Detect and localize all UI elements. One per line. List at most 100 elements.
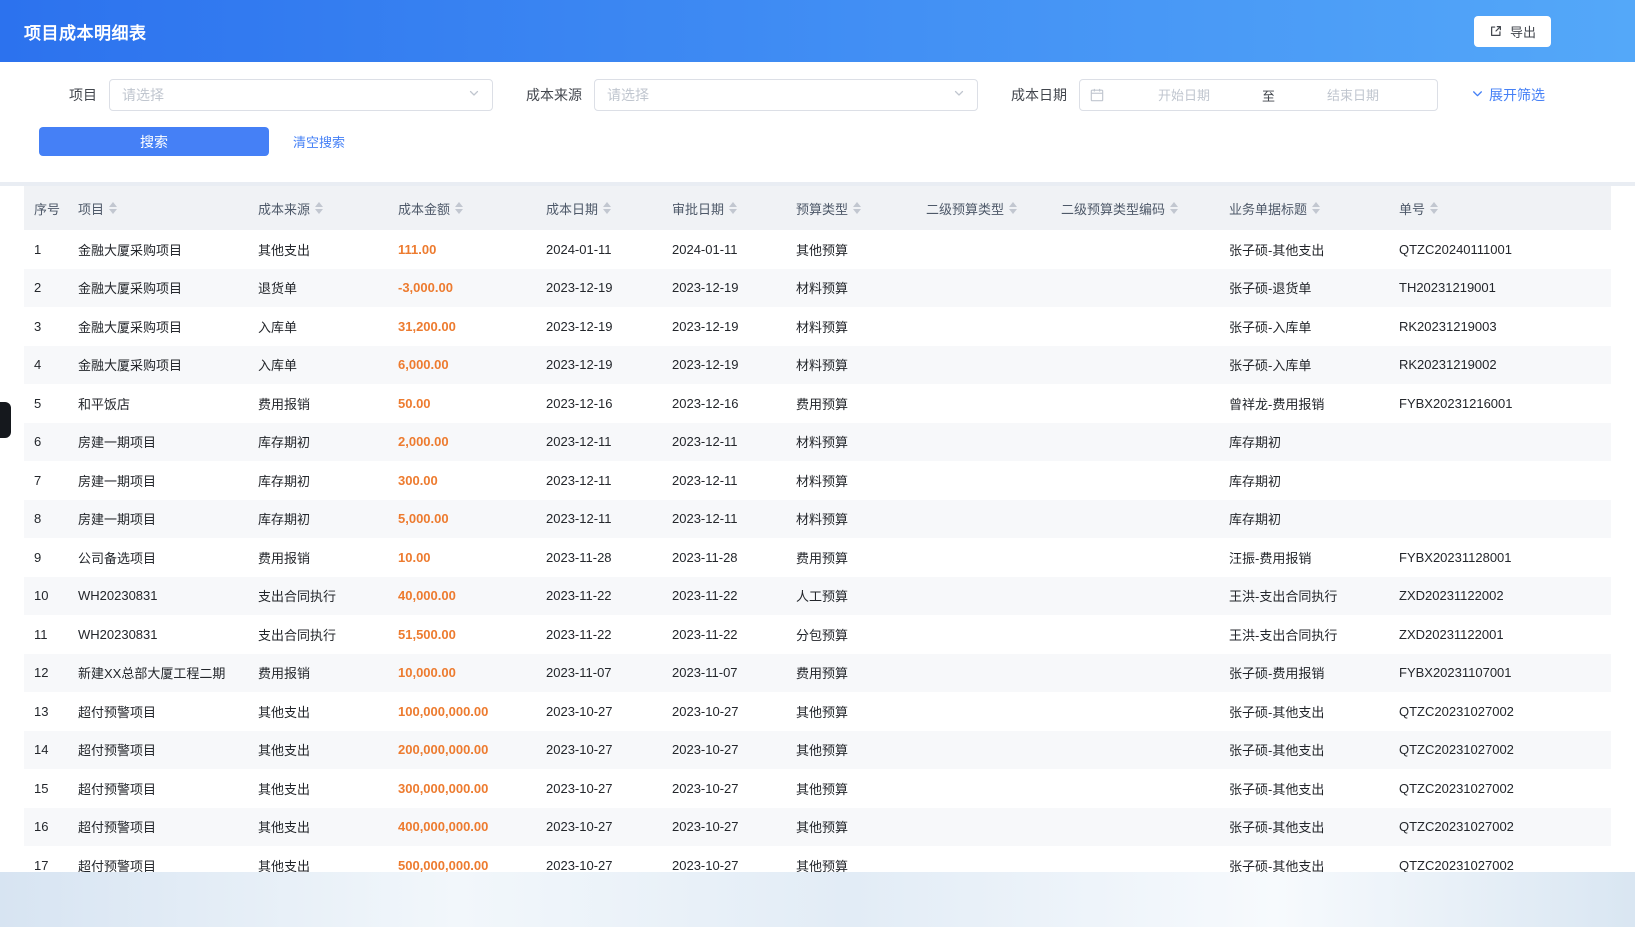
expand-filters-link[interactable]: 展开筛选 — [1471, 85, 1545, 105]
cell-index: 16 — [24, 808, 68, 847]
cell-cost-source: 其他支出 — [248, 769, 388, 808]
sorter-icon[interactable] — [1170, 202, 1178, 214]
cell-sub-budget-code — [1051, 500, 1219, 539]
expand-filters-label: 展开筛选 — [1489, 85, 1545, 105]
chevron-down-icon — [953, 86, 965, 104]
page-header: 项目成本明细表 导出 — [0, 0, 1635, 62]
cell-cost-amount: -3,000.00 — [388, 269, 536, 308]
cell-budget-type: 分包预算 — [786, 615, 916, 654]
cell-cost-amount: 10,000.00 — [388, 654, 536, 693]
cell-doc-no — [1389, 500, 1611, 539]
cell-approval-date: 2023-10-27 — [662, 692, 786, 731]
search-button[interactable]: 搜索 — [39, 127, 269, 156]
cell-cost-source: 库存期初 — [248, 461, 388, 500]
cell-approval-date: 2023-12-16 — [662, 384, 786, 423]
cell-cost-date: 2023-12-16 — [536, 384, 662, 423]
table-row[interactable]: 15 超付预警项目 其他支出 300,000,000.00 2023-10-27… — [24, 769, 1611, 808]
table-row[interactable]: 16 超付预警项目 其他支出 400,000,000.00 2023-10-27… — [24, 808, 1611, 847]
caret-down-icon — [1009, 209, 1017, 214]
sorter-icon[interactable] — [109, 202, 117, 214]
cell-approval-date: 2023-11-22 — [662, 615, 786, 654]
cell-approval-date: 2023-10-27 — [662, 731, 786, 770]
cell-sub-budget-code — [1051, 230, 1219, 269]
caret-down-icon — [603, 209, 611, 214]
cell-index: 2 — [24, 269, 68, 308]
cell-index: 12 — [24, 654, 68, 693]
column-header-index: 序号 — [24, 186, 68, 230]
sorter-icon[interactable] — [853, 202, 861, 214]
table-row[interactable]: 17 超付预警项目 其他支出 500,000,000.00 2023-10-27… — [24, 846, 1611, 872]
cost-table: 序号 项目 成本来源 成本金额 成本日期 审批日期 预算类型 二级预算类型 二级… — [24, 186, 1611, 872]
cell-sub-budget-type — [916, 731, 1051, 770]
cell-project: 房建一期项目 — [68, 461, 248, 500]
clear-search-link[interactable]: 清空搜索 — [293, 132, 345, 151]
cell-doc-title: 库存期初 — [1219, 500, 1389, 539]
cell-budget-type: 其他预算 — [786, 769, 916, 808]
cell-doc-no: QTZC20240111001 — [1389, 230, 1611, 269]
cell-cost-source: 其他支出 — [248, 808, 388, 847]
project-select[interactable]: 请选择 — [109, 79, 493, 111]
export-button[interactable]: 导出 — [1474, 16, 1551, 47]
cell-index: 10 — [24, 577, 68, 616]
cell-sub-budget-code — [1051, 769, 1219, 808]
cell-cost-date: 2023-12-11 — [536, 423, 662, 462]
sorter-icon[interactable] — [1009, 202, 1017, 214]
start-date-input[interactable] — [1110, 88, 1258, 103]
cell-cost-date: 2023-12-11 — [536, 461, 662, 500]
sorter-icon[interactable] — [455, 202, 463, 214]
table-row[interactable]: 8 房建一期项目 库存期初 5,000.00 2023-12-11 2023-1… — [24, 500, 1611, 539]
sorter-icon[interactable] — [1430, 202, 1438, 214]
cell-cost-date: 2023-11-22 — [536, 577, 662, 616]
caret-up-icon — [315, 202, 323, 207]
filter-panel: 项目 请选择 成本来源 请选择 成本日期 — [0, 62, 1635, 182]
table-row[interactable]: 7 房建一期项目 库存期初 300.00 2023-12-11 2023-12-… — [24, 461, 1611, 500]
caret-up-icon — [729, 202, 737, 207]
end-date-input[interactable] — [1279, 88, 1427, 103]
cell-doc-title: 张子硕-其他支出 — [1219, 731, 1389, 770]
project-filter: 项目 请选择 — [24, 79, 493, 111]
drawer-handle[interactable] — [0, 402, 11, 438]
table-row[interactable]: 14 超付预警项目 其他支出 200,000,000.00 2023-10-27… — [24, 731, 1611, 770]
sorter-icon[interactable] — [729, 202, 737, 214]
table-row[interactable]: 11 WH20230831 支出合同执行 51,500.00 2023-11-2… — [24, 615, 1611, 654]
export-icon — [1489, 24, 1503, 38]
cost-source-select[interactable]: 请选择 — [594, 79, 978, 111]
sorter-icon[interactable] — [1312, 202, 1320, 214]
table-row[interactable]: 9 公司备选项目 费用报销 10.00 2023-11-28 2023-11-2… — [24, 538, 1611, 577]
filter-row: 项目 请选择 成本来源 请选择 成本日期 — [24, 79, 1545, 111]
cell-budget-type: 材料预算 — [786, 346, 916, 385]
cell-sub-budget-code — [1051, 654, 1219, 693]
table-row[interactable]: 4 金融大厦采购项目 入库单 6,000.00 2023-12-19 2023-… — [24, 346, 1611, 385]
table-row[interactable]: 10 WH20230831 支出合同执行 40,000.00 2023-11-2… — [24, 577, 1611, 616]
cell-cost-source: 费用报销 — [248, 654, 388, 693]
cell-sub-budget-code — [1051, 269, 1219, 308]
cell-doc-title: 张子硕-费用报销 — [1219, 654, 1389, 693]
sorter-icon[interactable] — [315, 202, 323, 214]
table-row[interactable]: 1 金融大厦采购项目 其他支出 111.00 2024-01-11 2024-0… — [24, 230, 1611, 269]
column-header-sub-budget-type: 二级预算类型 — [916, 186, 1051, 230]
cell-approval-date: 2023-12-19 — [662, 307, 786, 346]
cell-cost-source: 其他支出 — [248, 230, 388, 269]
cell-approval-date: 2023-11-22 — [662, 577, 786, 616]
table-row[interactable]: 5 和平饭店 费用报销 50.00 2023-12-16 2023-12-16 … — [24, 384, 1611, 423]
caret-down-icon — [1312, 209, 1320, 214]
cell-cost-source: 其他支出 — [248, 846, 388, 872]
cell-cost-source: 支出合同执行 — [248, 577, 388, 616]
cell-budget-type: 其他预算 — [786, 230, 916, 269]
cell-cost-amount: 50.00 — [388, 384, 536, 423]
caret-up-icon — [1312, 202, 1320, 207]
cell-approval-date: 2023-12-19 — [662, 346, 786, 385]
cell-cost-date: 2024-01-11 — [536, 230, 662, 269]
table-row[interactable]: 12 新建XX总部大厦工程二期 费用报销 10,000.00 2023-11-0… — [24, 654, 1611, 693]
cell-approval-date: 2023-10-27 — [662, 808, 786, 847]
table-row[interactable]: 6 房建一期项目 库存期初 2,000.00 2023-12-11 2023-1… — [24, 423, 1611, 462]
table-row[interactable]: 2 金融大厦采购项目 退货单 -3,000.00 2023-12-19 2023… — [24, 269, 1611, 308]
cost-date-range-picker[interactable]: 至 — [1079, 79, 1438, 111]
table-row[interactable]: 13 超付预警项目 其他支出 100,000,000.00 2023-10-27… — [24, 692, 1611, 731]
column-header-sub-budget-code: 二级预算类型编码 — [1051, 186, 1219, 230]
cell-doc-no: FYBX20231216001 — [1389, 384, 1611, 423]
cost-date-filter: 成本日期 至 — [994, 79, 1438, 111]
cell-sub-budget-type — [916, 577, 1051, 616]
table-row[interactable]: 3 金融大厦采购项目 入库单 31,200.00 2023-12-19 2023… — [24, 307, 1611, 346]
sorter-icon[interactable] — [603, 202, 611, 214]
